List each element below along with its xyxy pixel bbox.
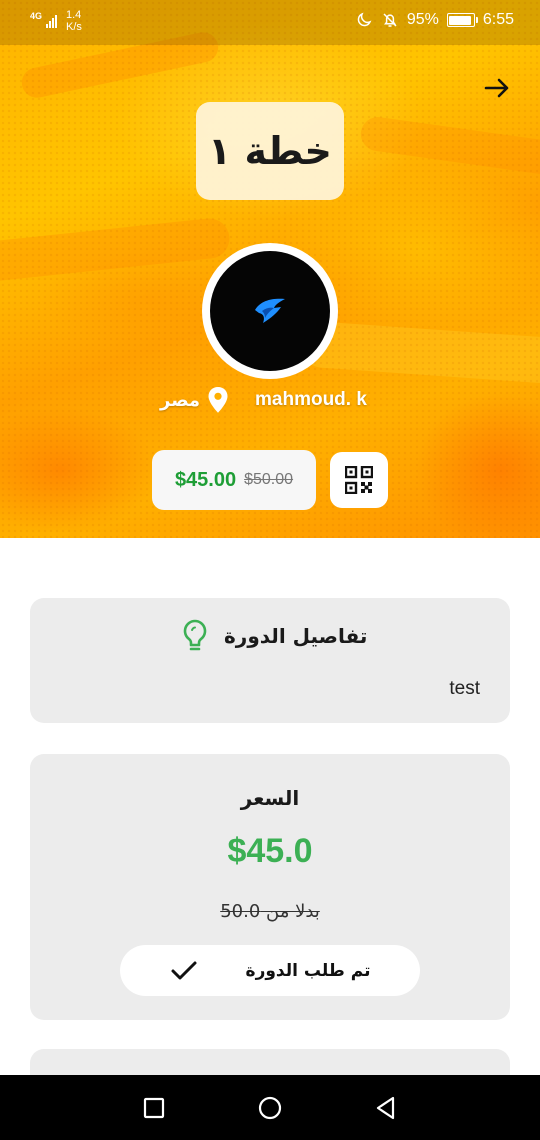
moon-icon	[357, 12, 372, 27]
qr-code-icon	[345, 466, 373, 494]
qr-code-button[interactable]	[330, 452, 388, 508]
speed-value: 1.4	[66, 9, 82, 21]
location: مصر	[160, 386, 230, 414]
avatar	[202, 243, 338, 379]
clock: 6:55	[482, 11, 514, 28]
plan-title: خطة ١	[208, 129, 332, 173]
check-icon	[171, 961, 197, 979]
network-speed: 1.4 K/s	[66, 9, 82, 33]
course-details-header: تفاصيل الدورة	[180, 618, 367, 654]
price-card: السعر $45.0 بدلا من 50.0 تم طلب الدورة	[30, 754, 510, 1020]
bell-off-icon	[383, 13, 397, 27]
status-bar: 4G 1.4 K/s 95% 6:55	[0, 0, 540, 45]
price-current: $45.00	[174, 468, 237, 491]
network-type: 4G	[30, 11, 43, 21]
battery-icon	[446, 13, 478, 27]
avatar-image	[210, 251, 330, 371]
location-pin-icon	[208, 387, 228, 413]
course-details-card: تفاصيل الدورة test	[30, 598, 510, 723]
course-details-heading: تفاصيل الدورة	[224, 624, 368, 648]
price-original: $50.00	[244, 471, 294, 488]
back-arrow-icon[interactable]	[482, 73, 512, 103]
price-amount: $45.0	[227, 832, 313, 870]
battery-percent: 95%	[406, 11, 439, 28]
speed-unit: K/s	[66, 21, 82, 33]
lightbulb-icon	[183, 619, 207, 651]
course-details-text: test	[449, 678, 480, 699]
app-logo-icon	[255, 298, 285, 323]
price-label: السعر	[240, 786, 300, 810]
signal-icon	[46, 15, 57, 28]
plan-title-card: خطة ١	[196, 102, 344, 200]
recent-apps-icon[interactable]	[140, 1094, 168, 1122]
battery-level	[449, 15, 472, 25]
navigation-bar	[0, 1075, 540, 1140]
location-text: مصر	[160, 389, 201, 411]
course-ordered-button[interactable]: تم طلب الدورة	[120, 945, 420, 996]
price-instead-of: بدلا من 50.0	[220, 901, 320, 922]
price-pill: $45.00 $50.00	[152, 450, 316, 510]
username: mahmoud. k	[255, 389, 367, 410]
status-right: 95% 6:55	[355, 11, 514, 29]
nav-back-icon[interactable]	[372, 1094, 400, 1122]
course-ordered-label: تم طلب الدورة	[245, 960, 371, 981]
home-icon[interactable]	[256, 1094, 284, 1122]
